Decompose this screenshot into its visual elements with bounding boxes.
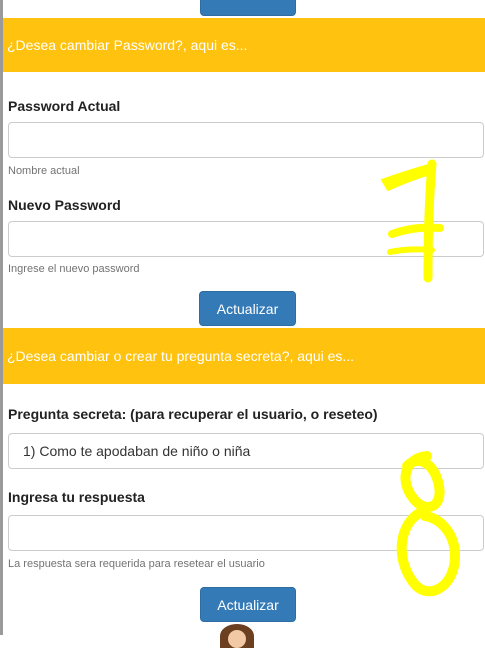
avatar-face [228, 630, 246, 648]
annotation-seven [380, 159, 444, 283]
current-password-help: Nombre actual [8, 165, 80, 177]
update-question-button[interactable]: Actualizar [200, 587, 296, 622]
secret-question-banner: ¿Desea cambiar o crear tu pregunta secre… [3, 328, 485, 384]
left-border-line [0, 0, 3, 635]
answer-label: Ingresa tu respuesta [8, 489, 145, 505]
previous-section-button[interactable] [200, 0, 296, 16]
new-password-input[interactable] [8, 221, 484, 257]
new-password-label: Nuevo Password [8, 197, 121, 213]
secret-question-selected-value: 1) Como te apodaban de niño o niña [23, 443, 251, 459]
answer-help: La respuesta sera requerida para resetea… [8, 558, 265, 570]
new-password-help: Ingrese el nuevo password [8, 263, 140, 275]
answer-input[interactable] [8, 515, 484, 551]
secret-question-label: Pregunta secreta: (para recuperar el usu… [8, 406, 378, 422]
current-password-input[interactable] [8, 122, 484, 158]
change-password-banner: ¿Desea cambiar Password?, aqui es... [3, 18, 485, 72]
update-password-button[interactable]: Actualizar [199, 291, 296, 326]
current-password-label: Password Actual [8, 98, 121, 114]
change-password-banner-text: ¿Desea cambiar Password?, aqui es... [7, 37, 248, 53]
secret-question-banner-text: ¿Desea cambiar o crear tu pregunta secre… [7, 348, 355, 364]
avatar [220, 624, 254, 648]
secret-question-select[interactable]: 1) Como te apodaban de niño o niña [8, 433, 484, 469]
